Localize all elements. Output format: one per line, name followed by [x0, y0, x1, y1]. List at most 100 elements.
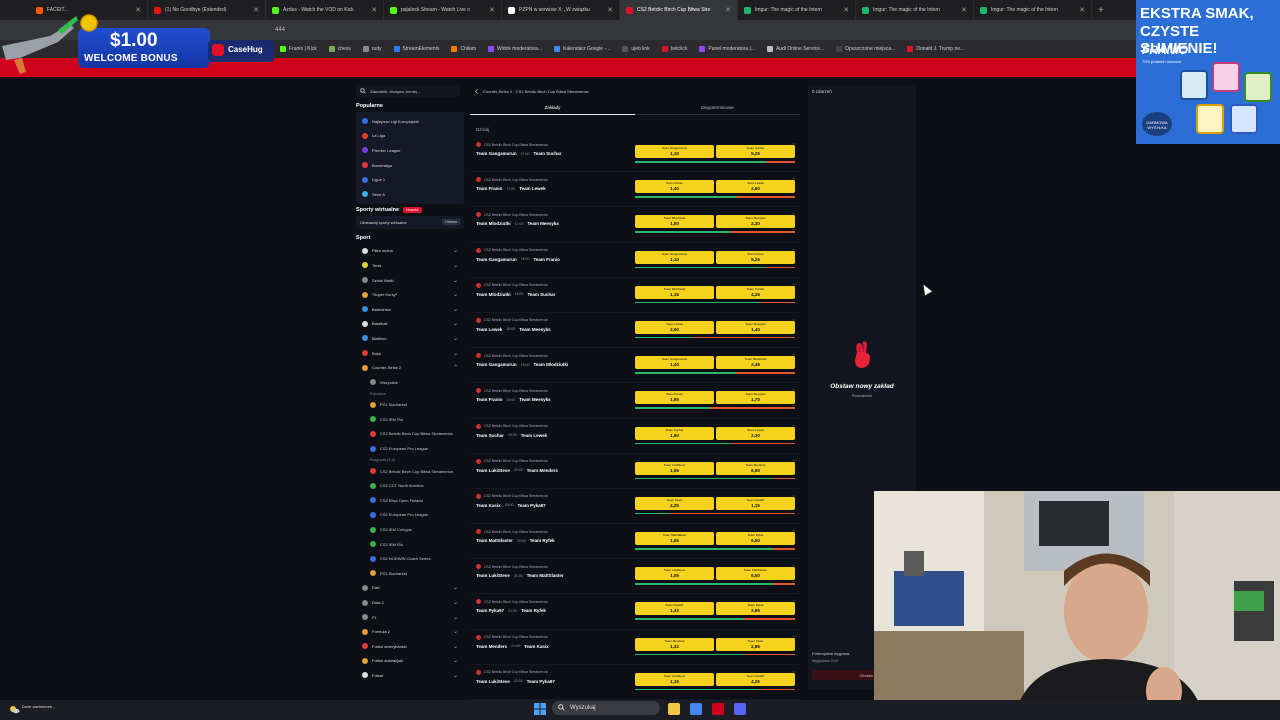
odd-button-away[interactable]: Team Ryfek 6,50 [716, 532, 795, 546]
odd-button-away[interactable]: Team Menders 6,50 [716, 461, 795, 475]
popular-league-item[interactable]: Bundesliga [356, 158, 464, 173]
explorer-taskbar-icon[interactable] [668, 703, 680, 715]
chevron-down-icon[interactable]: ⌄ [453, 247, 458, 254]
match-row[interactable]: CS2 Betclic Birch Cup Bitwa Streamerów Te… [470, 243, 800, 278]
match-row[interactable]: CS2 Betclic Birch Cup Bitwa Streamerów Te… [470, 172, 800, 208]
browser-tab[interactable]: Imgur: The magic of the Intern ✕ [974, 0, 1092, 20]
chevron-down-icon[interactable]: ⌄ [453, 320, 458, 327]
sport-item[interactable]: Futbol australijski ⌄ [356, 654, 464, 669]
bookmark-item[interactable]: ujeb link [622, 46, 650, 52]
bookmark-item[interactable]: Widok moderatora... [488, 46, 542, 52]
sport-item[interactable]: Counter-Strike 2 ⌃ [356, 360, 464, 375]
odd-button-home[interactable]: Team Menders 1,33 [635, 637, 714, 651]
chevron-down-icon[interactable]: ⌄ [453, 599, 458, 606]
popular-league-item[interactable]: Najlepsze Ligi Europejskie [356, 114, 464, 129]
cs2-tournament-item[interactable]: CS2 CCT North America [370, 478, 464, 493]
sidebar-search-input[interactable]: Zawodnik, drużyna, turniej... [356, 85, 460, 97]
cs2-tournament-item[interactable]: PGL Bucharest [370, 566, 464, 581]
app-red-taskbar-icon[interactable] [712, 703, 724, 715]
odd-button-home[interactable]: Team Gangamurun 1,10 [635, 145, 714, 158]
odd-button-home[interactable]: Team Mlodziutki 1,50 [635, 215, 714, 229]
sport-item[interactable]: Tenis ⌄ [356, 258, 464, 273]
bookmark-item[interactable]: Panel moderatora |... [699, 46, 755, 52]
chevron-down-icon[interactable]: ⌄ [453, 643, 458, 650]
sport-item[interactable]: Futsal ⌄ [356, 668, 464, 683]
match-row[interactable]: CS2 Betclic Birch Cup Bitwa Streamerów Te… [470, 207, 800, 243]
odd-button-away[interactable]: Team Mlodziutki 2,45 [716, 356, 795, 370]
match-row[interactable]: CS2 Betclic Birch Cup Bitwa Streamerów Te… [470, 313, 800, 349]
odd-button-home[interactable]: Team LukiSteve 1,15 [635, 672, 714, 686]
discord-taskbar-icon[interactable] [734, 703, 746, 715]
chevron-down-icon[interactable]: ⌄ [453, 614, 458, 621]
cs2-tournament-item[interactable]: CS2 IEM Cologne [370, 522, 464, 537]
browser-tab[interactable]: CS2 Betclic Birch Cup Bitwa Stre ✕ [620, 0, 738, 20]
sport-item[interactable]: F1 ⌄ [356, 610, 464, 625]
virtual-sports-item[interactable]: Obstawiaj sporty wirtualne Obstaw [356, 215, 464, 229]
match-row[interactable]: CS2 Betclic Birch Cup Bitwa Streamerów Te… [470, 524, 800, 560]
close-tab-icon[interactable]: ✕ [843, 6, 849, 14]
new-tab-button[interactable]: + [1098, 5, 1104, 16]
odd-button-away[interactable]: Team Franio 5,25 [716, 250, 795, 264]
sport-item[interactable]: Futbol amerykański ⌄ [356, 639, 464, 654]
chevron-down-icon[interactable]: ⌄ [453, 672, 458, 679]
bookmark-item[interactable]: Opuszczone miejsca... [836, 46, 895, 52]
match-row[interactable]: CS2 Betclic Birch Cup Bitwa Streamerów Te… [470, 630, 800, 665]
odd-button-home[interactable]: Team Mlodziutki 1,15 [635, 285, 714, 299]
match-row[interactable]: CS2 Betclic Birch Cup Bitwa Streamerów Te… [470, 137, 800, 173]
bookmark-item[interactable]: Chilam [451, 46, 476, 52]
match-row[interactable]: CS2 Betclic Birch Cup Bitwa Streamerów Te… [470, 383, 800, 419]
odd-button-away[interactable]: Team Ryfek 2,85 [716, 602, 795, 616]
odd-button-home[interactable]: Team LukiSteve 1,05 [635, 567, 714, 581]
browser-tab[interactable]: pajalock Stream - Watch Live o ✕ [384, 0, 502, 20]
odd-button-away[interactable]: Team MattSlaster 6,50 [716, 567, 795, 581]
browser-tab[interactable]: Azdus - Watch the VOD on Kick ✕ [266, 0, 384, 20]
match-row[interactable]: CS2 Betclic Birch Cup Bitwa Streamerów Te… [470, 348, 800, 384]
odd-button-away[interactable]: Team Meesyks 1,40 [716, 320, 795, 334]
match-row[interactable]: CS2 Betclic Birch Cup Bitwa Streamerów Te… [470, 665, 800, 700]
taskbar-search[interactable]: Wyszukaj [552, 701, 660, 715]
bookmark-item[interactable]: Franio | Kick [280, 46, 317, 52]
chevron-down-icon[interactable]: ⌄ [453, 291, 458, 298]
chevron-down-icon[interactable]: ⌄ [453, 262, 458, 269]
chevron-up-icon[interactable]: ⌃ [453, 364, 458, 371]
match-row[interactable]: CS2 Betclic Birch Cup Bitwa Streamerów Te… [470, 278, 800, 313]
chevron-down-icon[interactable]: ⌄ [453, 277, 458, 284]
chevron-down-icon[interactable]: ⌄ [453, 306, 458, 313]
sport-item[interactable]: Biathlon ⌄ [356, 331, 464, 346]
cs2-tournament-item[interactable]: CS2 European Pro League [370, 441, 464, 456]
odd-button-home[interactable]: Team Gangamurun 1,10 [635, 250, 714, 264]
close-tab-icon[interactable]: ✕ [607, 6, 613, 14]
place-bet-button[interactable]: Obstaw [812, 670, 876, 680]
sport-item[interactable]: Baseball ⌄ [356, 317, 464, 332]
windows-start-icon[interactable] [534, 703, 546, 715]
popular-league-item[interactable]: Ligue 1 [356, 172, 464, 187]
odd-button-away[interactable]: Team Lewek 2,60 [716, 180, 795, 194]
odd-button-away[interactable]: Team Lewek 2,30 [716, 426, 795, 440]
sport-item[interactable]: *Super Kursy* ⌄ [356, 287, 464, 302]
cs2-tournament-item[interactable]: CS2 IEM Rio [370, 412, 464, 427]
sport-item[interactable]: Dota 2 ⌄ [356, 595, 464, 610]
odd-button-home[interactable]: Team Lewek 2,60 [635, 320, 714, 334]
odd-button-home[interactable]: Team LukiSteve 1,05 [635, 461, 714, 475]
cs2-tournament-item[interactable]: CS2 European Pro League [370, 508, 464, 523]
cs2-tournament-item[interactable]: CS2 IEM Rio [370, 537, 464, 552]
chevron-down-icon[interactable]: ⌄ [453, 335, 458, 342]
odd-button-away[interactable]: Team Suchar 5,25 [716, 145, 795, 158]
close-tab-icon[interactable]: ✕ [961, 6, 967, 14]
sport-item[interactable]: Dart ⌄ [356, 581, 464, 596]
browser-tab[interactable]: PZPN w serwisie X: „W związku ✕ [502, 0, 620, 20]
bookmark-item[interactable]: Kalendarz Google -... [554, 46, 610, 52]
market-tab[interactable]: Długoterminowe [635, 101, 800, 115]
odd-button-home[interactable]: Team Gangamurun 1,40 [635, 356, 714, 370]
virtual-bet-button[interactable]: Obstaw [442, 219, 460, 226]
odd-button-away[interactable]: Team Pyka97 4,25 [716, 672, 795, 686]
chrome-taskbar-icon[interactable] [690, 703, 702, 715]
chevron-down-icon[interactable]: ⌄ [453, 584, 458, 591]
match-row[interactable]: CS2 Betclic Birch Cup Bitwa Streamerów Te… [470, 454, 800, 489]
odd-button-home[interactable]: Team Pyka97 1,33 [635, 602, 714, 616]
cs2-all-item[interactable]: Wszystkie [370, 375, 464, 390]
cs2-tournament-item[interactable]: CS2 Elisa Open Finland [370, 493, 464, 508]
bookmark-item[interactable]: Donald J. Trump ne... [907, 46, 964, 52]
browser-tab[interactable]: Imgur: The magic of the Intern ✕ [738, 0, 856, 20]
odd-button-away[interactable]: Team Suchar 4,25 [716, 285, 795, 299]
